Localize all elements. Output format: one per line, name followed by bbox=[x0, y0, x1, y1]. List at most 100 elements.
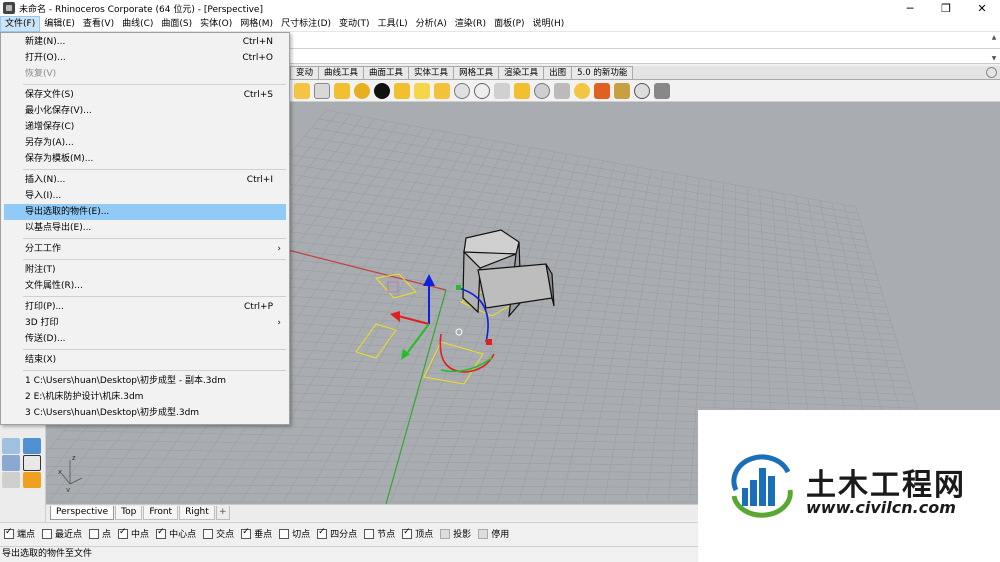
menu-item-recent-1[interactable]: 1 C:\Users\huan\Desktop\初步成型 - 副本.3dm bbox=[1, 373, 289, 389]
solid-icon[interactable] bbox=[2, 472, 20, 488]
osnap-checkbox[interactable] bbox=[156, 527, 167, 539]
paint-brush-icon[interactable] bbox=[614, 82, 630, 99]
osnap-checkbox[interactable] bbox=[364, 528, 375, 539]
render-cube-icon[interactable] bbox=[554, 82, 570, 99]
menu-tools[interactable]: 工具(L) bbox=[374, 16, 412, 32]
osnap-checkbox[interactable] bbox=[440, 528, 451, 539]
explode-icon[interactable] bbox=[23, 472, 41, 488]
menu-item-open[interactable]: 打开(O)... Ctrl+O bbox=[1, 50, 289, 66]
copy-icon[interactable] bbox=[294, 82, 310, 99]
osnap-checkbox[interactable] bbox=[4, 527, 14, 539]
viewport-tab-perspective[interactable]: Perspective bbox=[50, 505, 115, 520]
viewport-tab-right[interactable]: Right bbox=[179, 505, 215, 520]
osnap-checkbox[interactable] bbox=[203, 528, 214, 539]
point-icon[interactable] bbox=[23, 438, 41, 454]
close-button[interactable]: ✕ bbox=[964, 0, 1000, 16]
tab-transform[interactable]: 变动 bbox=[290, 66, 320, 79]
bucket-icon[interactable] bbox=[2, 455, 20, 471]
menu-item-save-as[interactable]: 另存为(A)... bbox=[1, 135, 289, 151]
menu-analyze[interactable]: 分析(A) bbox=[412, 16, 451, 32]
menu-mesh[interactable]: 网格(M) bbox=[236, 16, 277, 32]
osnap-option[interactable]: 交点 bbox=[203, 527, 234, 540]
mesh-icon[interactable] bbox=[494, 82, 510, 99]
osnap-option[interactable]: 垂点 bbox=[241, 527, 272, 540]
menu-item-insert[interactable]: 插入(N)... Ctrl+I bbox=[1, 172, 289, 188]
osnap-checkbox[interactable] bbox=[317, 527, 328, 539]
extrude-icon[interactable] bbox=[434, 82, 450, 99]
scroll-up-icon[interactable]: ▲ bbox=[992, 34, 997, 41]
osnap-option[interactable]: 切点 bbox=[279, 527, 310, 540]
rotate-icon[interactable] bbox=[334, 82, 350, 99]
osnap-option[interactable]: 端点 bbox=[4, 527, 35, 540]
menu-item-properties[interactable]: 文件属性(R)... bbox=[1, 278, 289, 294]
menu-curve[interactable]: 曲线(C) bbox=[118, 16, 157, 32]
menu-panels[interactable]: 面板(P) bbox=[490, 16, 528, 32]
menu-item-save[interactable]: 保存文件(S) Ctrl+S bbox=[1, 87, 289, 103]
menu-edit[interactable]: 编辑(E) bbox=[40, 16, 79, 32]
menu-item-print[interactable]: 打印(P)... Ctrl+P bbox=[1, 299, 289, 315]
command-input[interactable] bbox=[290, 49, 1000, 64]
move-icon[interactable] bbox=[314, 82, 330, 99]
osnap-option[interactable]: 节点 bbox=[364, 527, 395, 540]
menu-help[interactable]: 说明(H) bbox=[529, 16, 569, 32]
light-icon[interactable] bbox=[574, 82, 590, 99]
osnap-option[interactable]: 四分点 bbox=[317, 527, 357, 540]
soccer-ball-icon[interactable] bbox=[474, 82, 490, 99]
menu-solid[interactable]: 实体(O) bbox=[196, 16, 236, 32]
tab-render-tools[interactable]: 渲染工具 bbox=[498, 66, 545, 79]
osnap-checkbox[interactable] bbox=[402, 527, 413, 539]
tab-solid-tools[interactable]: 实体工具 bbox=[408, 66, 455, 79]
unroll-icon[interactable] bbox=[514, 82, 530, 99]
magnifier-icon[interactable] bbox=[634, 82, 650, 99]
restore-button[interactable]: ❐ bbox=[928, 0, 964, 16]
osnap-checkbox[interactable] bbox=[42, 528, 53, 539]
sphere-icon[interactable] bbox=[374, 82, 390, 99]
osnap-option[interactable]: 中点 bbox=[118, 527, 149, 540]
osnap-option[interactable]: 点 bbox=[89, 527, 111, 540]
spiral-icon[interactable] bbox=[454, 82, 470, 99]
osnap-option[interactable]: 最近点 bbox=[42, 527, 82, 540]
viewport-tab-front[interactable]: Front bbox=[143, 505, 179, 520]
menu-item-import[interactable]: 导入(I)... bbox=[1, 188, 289, 204]
menu-view[interactable]: 查看(V) bbox=[79, 16, 118, 32]
tab-mesh-tools[interactable]: 网格工具 bbox=[453, 66, 500, 79]
material-icon[interactable] bbox=[594, 82, 610, 99]
osnap-option[interactable]: 中心点 bbox=[156, 527, 196, 540]
menu-item-recent-3[interactable]: 3 C:\Users\huan\Desktop\初步成型.3dm bbox=[1, 405, 289, 421]
box-icon[interactable] bbox=[394, 82, 410, 99]
viewport-tab-top[interactable]: Top bbox=[115, 505, 143, 520]
menu-item-export-base[interactable]: 以基点导出(E)... bbox=[1, 220, 289, 236]
tab-layout[interactable]: 出图 bbox=[543, 66, 573, 79]
menu-render[interactable]: 渲染(R) bbox=[451, 16, 490, 32]
menu-item-save-template[interactable]: 保存为模板(M)... bbox=[1, 151, 289, 167]
menu-item-exit[interactable]: 结束(X) bbox=[1, 352, 289, 368]
tab-new-in-v5[interactable]: 5.0 的新功能 bbox=[571, 66, 634, 79]
menu-item-recent-2[interactable]: 2 E:\机床防护设计\机床.3dm bbox=[1, 389, 289, 405]
add-viewport-icon[interactable]: + bbox=[215, 505, 230, 520]
plane-icon[interactable] bbox=[414, 82, 430, 99]
scroll-down-icon[interactable]: ▼ bbox=[992, 55, 997, 62]
tab-curve-tools[interactable]: 曲线工具 bbox=[318, 66, 365, 79]
menu-surface[interactable]: 曲面(S) bbox=[157, 16, 196, 32]
menu-item-incremental-save[interactable]: 递增保存(C) bbox=[1, 119, 289, 135]
menu-item-save-small[interactable]: 最小化保存(V)... bbox=[1, 103, 289, 119]
menu-item-notes[interactable]: 附注(T) bbox=[1, 262, 289, 278]
funnel-icon[interactable] bbox=[654, 82, 670, 99]
menu-item-new[interactable]: 新建(N)... Ctrl+N bbox=[1, 34, 289, 50]
orient-icon[interactable] bbox=[354, 82, 370, 99]
menu-item-send[interactable]: 传送(D)... bbox=[1, 331, 289, 347]
menu-item-print3d[interactable]: 3D 打印 › bbox=[1, 315, 289, 331]
render-sphere-icon[interactable] bbox=[534, 82, 550, 99]
menu-item-worksession[interactable]: 分工工作 › bbox=[1, 241, 289, 257]
check-icon[interactable] bbox=[23, 455, 41, 471]
osnap-checkbox[interactable] bbox=[241, 527, 252, 539]
cursor-icon[interactable] bbox=[2, 438, 20, 454]
osnap-option[interactable]: 停用 bbox=[478, 527, 509, 540]
osnap-checkbox[interactable] bbox=[89, 528, 100, 539]
osnap-option[interactable]: 顶点 bbox=[402, 527, 433, 540]
osnap-option[interactable]: 投影 bbox=[440, 527, 471, 540]
tab-surface-tools[interactable]: 曲面工具 bbox=[363, 66, 410, 79]
osnap-checkbox[interactable] bbox=[478, 528, 489, 539]
menu-file[interactable]: 文件(F) bbox=[0, 15, 41, 32]
menu-transform[interactable]: 变动(T) bbox=[335, 16, 374, 32]
